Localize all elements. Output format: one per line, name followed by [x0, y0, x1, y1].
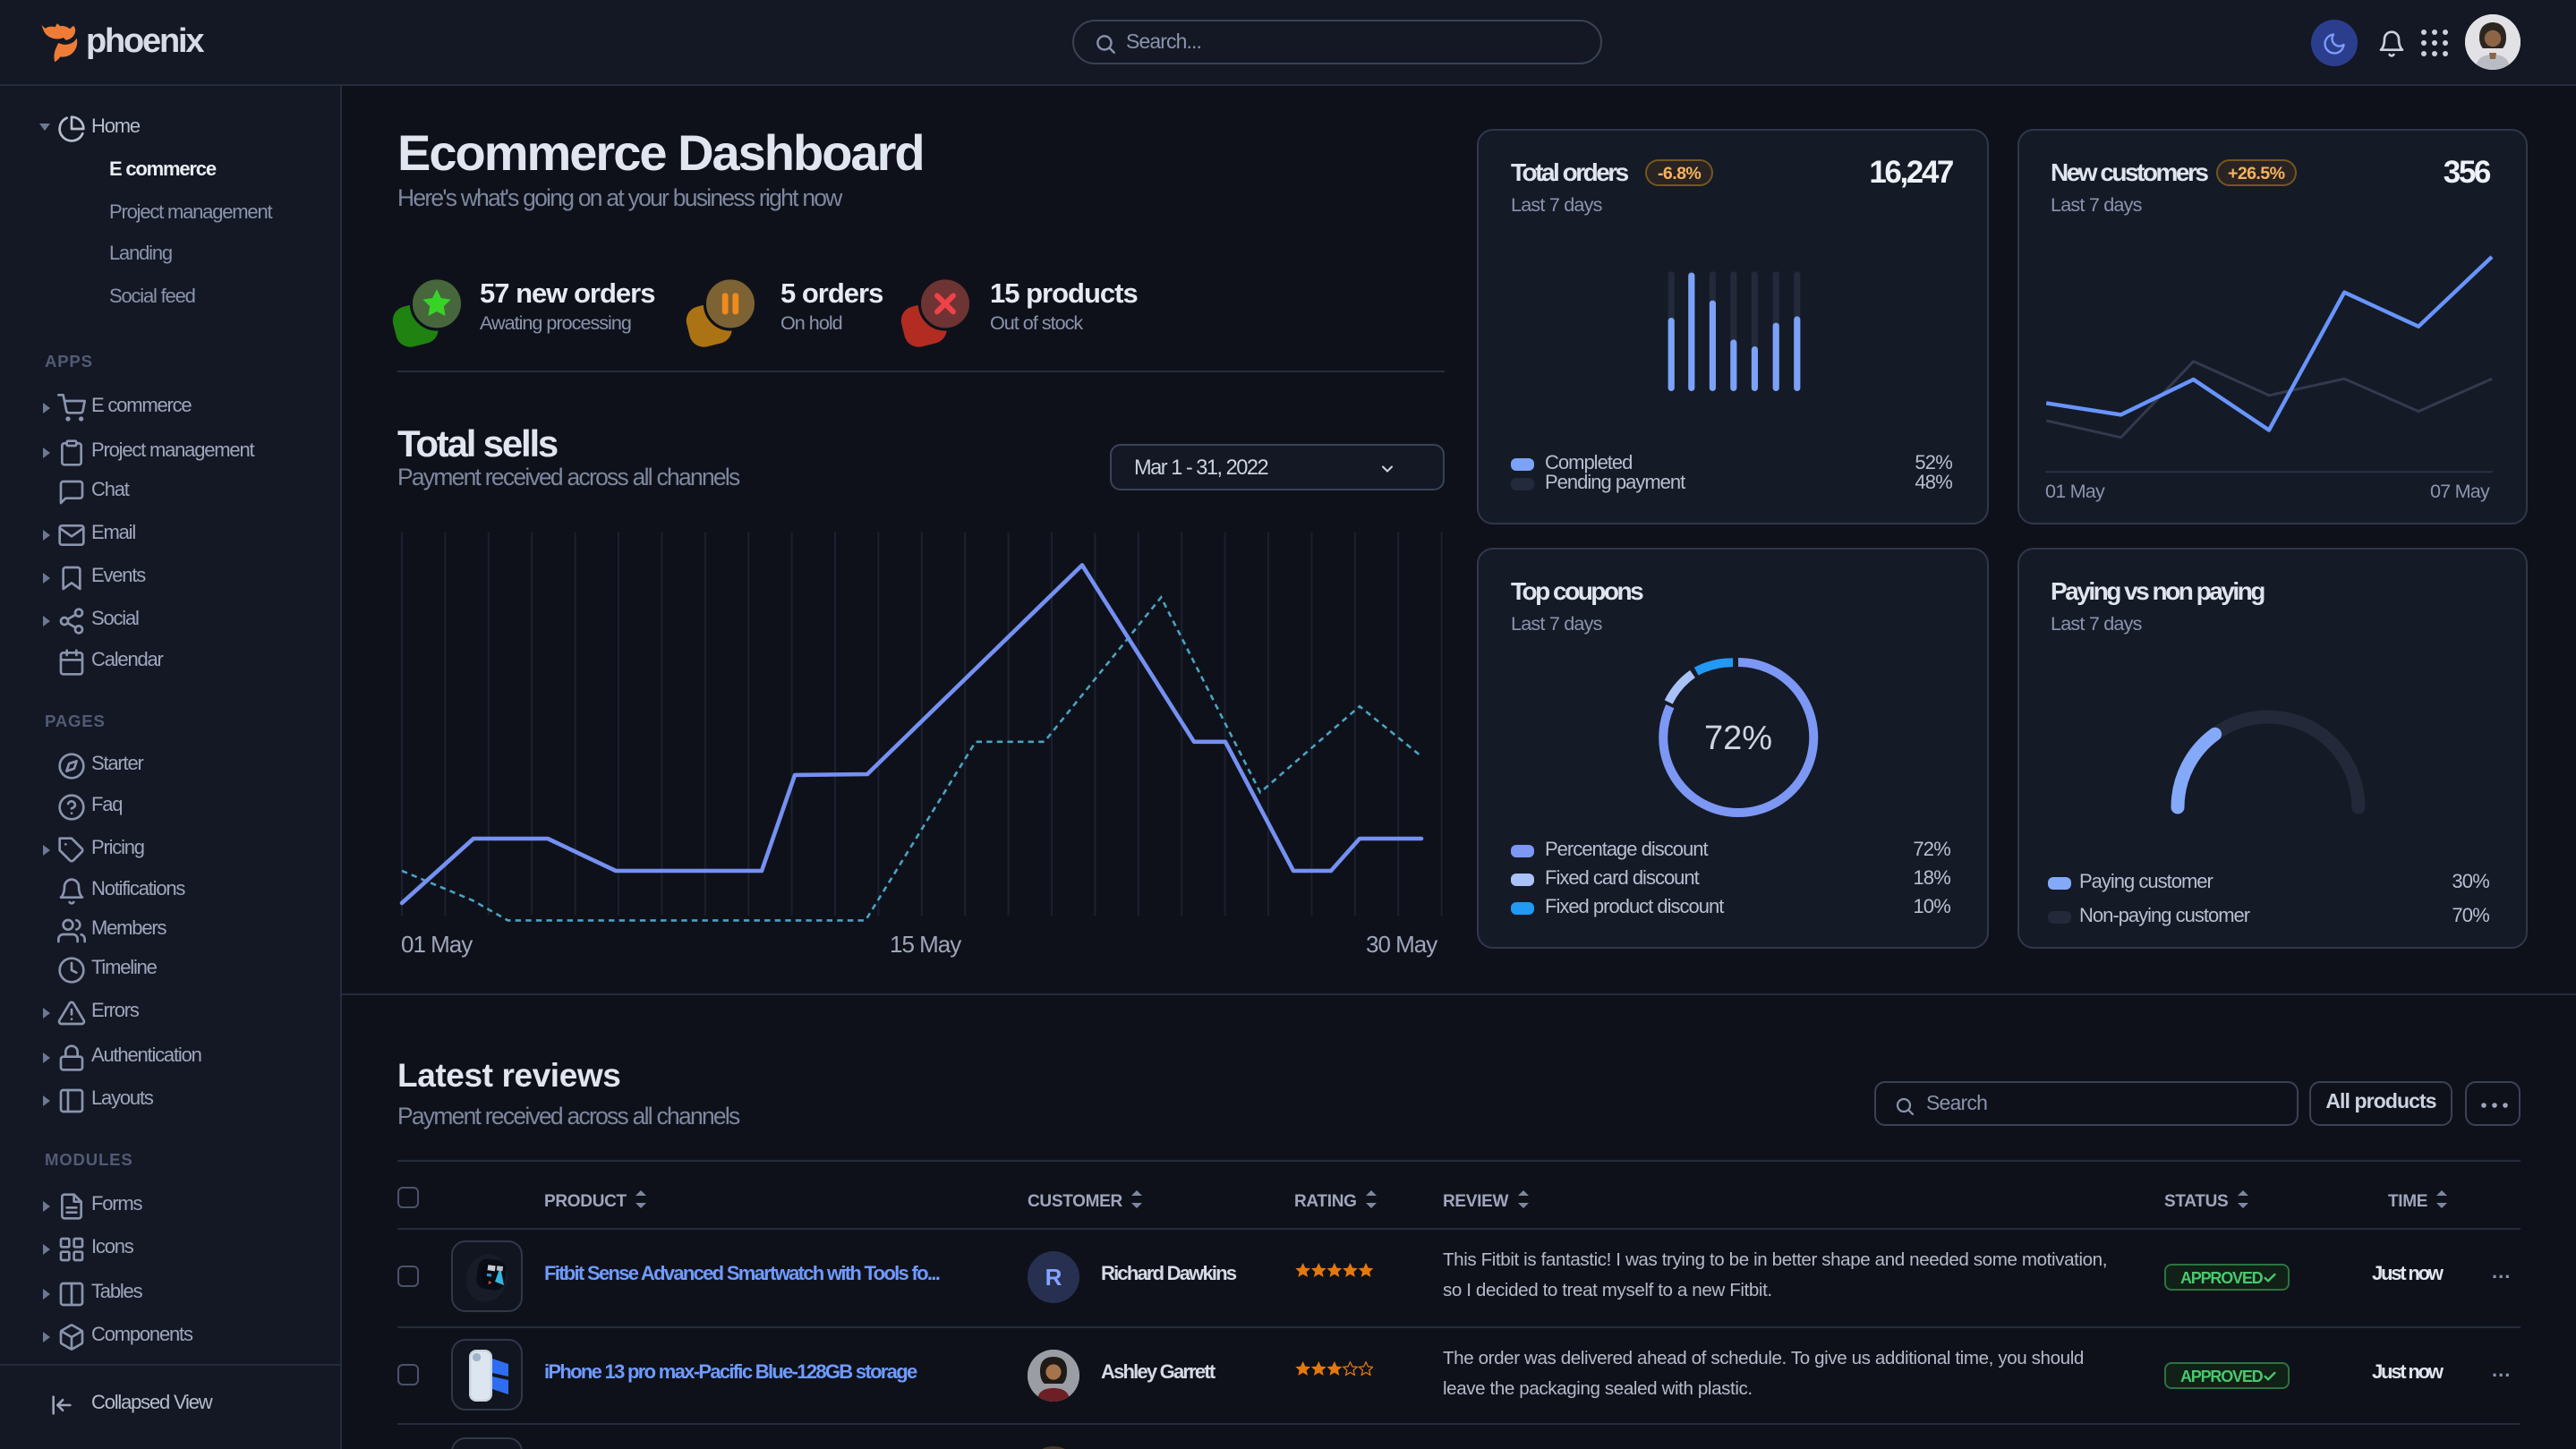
- svg-text:72%: 72%: [1703, 720, 1771, 757]
